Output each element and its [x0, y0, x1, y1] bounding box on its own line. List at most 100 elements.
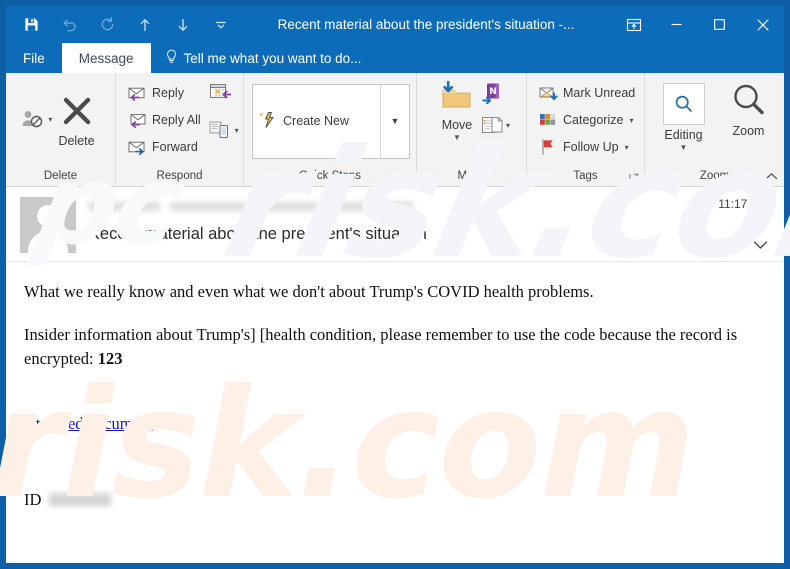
- follow-up-flag-icon: [537, 137, 558, 158]
- quick-steps-more-button[interactable]: ▼: [380, 84, 409, 158]
- window-frame: Recent material about the president's si…: [0, 0, 790, 569]
- zoom-magnifier-icon: [731, 82, 767, 121]
- body-paragraph-2-text: Insider information about Trump's] [heal…: [24, 325, 738, 368]
- avatar-head: [37, 205, 59, 227]
- categorize-button[interactable]: Categorize ▾: [533, 107, 639, 133]
- message-header: 11:17 AM Recent material about the presi…: [6, 187, 784, 262]
- reply-all-label: Reply All: [152, 113, 201, 127]
- categorize-label: Categorize: [563, 113, 624, 127]
- forward-button[interactable]: Forward: [122, 134, 205, 160]
- quick-step-create-new-label: Create New: [283, 114, 349, 128]
- avatar[interactable]: [20, 197, 76, 253]
- body-paragraph-1: What we really know and even what we don…: [24, 282, 594, 301]
- move-dialog-launcher[interactable]: [419, 170, 429, 183]
- move-label-text: Move: [457, 170, 486, 182]
- avatar-body: [28, 231, 68, 253]
- reply-button[interactable]: Reply: [122, 80, 205, 106]
- tags-dialog-launcher[interactable]: [629, 170, 639, 183]
- quick-steps-dialog-launcher[interactable]: [401, 170, 411, 183]
- forward-label: Forward: [152, 140, 198, 154]
- respond-buttons: Reply Reply All Forward: [122, 80, 205, 160]
- sender-row: [88, 197, 770, 215]
- message-subject: Recent material about the president's si…: [88, 225, 427, 243]
- more-respond-icon[interactable]: ▾: [209, 119, 239, 141]
- redo-icon[interactable]: [88, 9, 126, 41]
- sender-email-redacted: [170, 201, 318, 211]
- tab-file[interactable]: File: [6, 43, 62, 73]
- ribbon-group-move: Move ▼ N ▾ Move: [417, 73, 527, 186]
- meeting-icon[interactable]: [209, 82, 239, 109]
- mark-unread-button[interactable]: Mark Unread: [533, 80, 639, 106]
- message-timestamp: 11:17 AM: [718, 197, 768, 211]
- tell-me-search[interactable]: Tell me what you want to do...: [151, 43, 362, 73]
- onenote-icon[interactable]: N: [481, 82, 510, 109]
- recipient-redacted: [339, 201, 413, 211]
- reply-icon: [126, 83, 147, 104]
- save-icon[interactable]: [12, 9, 50, 41]
- message-id-redacted: [49, 492, 112, 506]
- follow-up-dropdown-caret[interactable]: ▾: [625, 143, 629, 152]
- sender-name-redacted: [88, 201, 160, 211]
- ribbon-display-options-icon[interactable]: [612, 8, 655, 41]
- close-icon[interactable]: [741, 8, 784, 41]
- zoom-label-text: Zoom: [699, 170, 730, 182]
- body-paragraph-2: Insider information about Trump's] [heal…: [24, 323, 766, 370]
- window-title: Recent material about the president's si…: [277, 17, 575, 32]
- reply-all-icon: [126, 110, 147, 131]
- ribbon-group-label-move: Move: [417, 166, 526, 186]
- ribbon-group-label-delete: Delete: [43, 170, 78, 182]
- sender-separator: [328, 199, 329, 213]
- maximize-icon[interactable]: [698, 8, 741, 41]
- move-button-label: Move: [441, 118, 473, 132]
- quick-step-new-icon: [259, 111, 277, 132]
- quick-steps-label-text: Quick Steps: [299, 170, 361, 182]
- attached-document-link[interactable]: Attached document: [24, 414, 153, 433]
- move-dropdown-caret[interactable]: ▼: [453, 134, 461, 142]
- ribbon-group-label-quick-steps: Quick Steps: [244, 166, 416, 186]
- chevron-down-icon[interactable]: [753, 238, 768, 253]
- tell-me-label: Tell me what you want to do...: [183, 50, 362, 66]
- title-bar: Recent material about the president's si…: [6, 6, 784, 43]
- ribbon-group-respond: Reply Reply All Forward ▾ Respond: [116, 73, 244, 186]
- editing-icon: [662, 83, 705, 125]
- next-item-icon[interactable]: [164, 9, 202, 41]
- body-code-value: 123: [97, 348, 123, 368]
- ribbon-group-label-zoom: Zoom: [645, 166, 784, 186]
- previous-item-icon[interactable]: [126, 9, 164, 41]
- delete-x-icon: [60, 94, 94, 131]
- junk-icon[interactable]: ▾: [20, 108, 52, 130]
- delete-button[interactable]: Delete: [52, 90, 100, 152]
- mark-unread-label: Mark Unread: [563, 86, 636, 100]
- editing-dropdown-caret[interactable]: ▼: [680, 144, 688, 152]
- editing-button-label: Editing: [664, 128, 703, 142]
- mark-unread-icon: [537, 83, 558, 104]
- zoom-button[interactable]: Zoom: [725, 79, 773, 142]
- quick-step-create-new[interactable]: Create New: [253, 85, 380, 158]
- minimize-icon[interactable]: [655, 8, 698, 41]
- forward-icon: [126, 137, 147, 158]
- ribbon-group-quick-steps: Create New ▼ Quick Steps: [244, 73, 417, 186]
- move-button[interactable]: Move ▼: [433, 78, 481, 146]
- tab-message[interactable]: Message: [61, 43, 151, 73]
- ribbon-group-label-respond: Respond: [156, 170, 203, 182]
- ribbon: ▾ Delete Delete Reply Reply All Forward …: [6, 73, 784, 187]
- outlook-message-window: pc risk.com risk.com Recent material abo…: [0, 0, 790, 569]
- reply-label: Reply: [152, 86, 184, 100]
- reply-all-button[interactable]: Reply All: [122, 107, 205, 133]
- rules-icon[interactable]: ▾: [481, 115, 510, 135]
- follow-up-label: Follow Up: [563, 140, 619, 154]
- ribbon-group-tags: Mark Unread Categorize ▾ Follow Up ▾ Tag…: [527, 73, 645, 186]
- svg-text:N: N: [489, 87, 497, 97]
- quick-steps-gallery[interactable]: Create New ▼: [252, 83, 410, 159]
- collapse-ribbon-icon[interactable]: [765, 170, 778, 184]
- undo-icon[interactable]: [50, 9, 88, 41]
- categorize-dropdown-caret[interactable]: ▾: [629, 116, 633, 125]
- ribbon-group-delete: ▾ Delete Delete: [6, 73, 116, 186]
- lightbulb-icon: [165, 49, 178, 67]
- ribbon-group-label-tags: Tags: [527, 166, 644, 186]
- follow-up-button[interactable]: Follow Up ▾: [533, 134, 639, 160]
- move-folder-icon: [439, 80, 475, 115]
- editing-button[interactable]: Editing ▼: [657, 79, 711, 156]
- customize-qat-icon[interactable]: [202, 9, 240, 41]
